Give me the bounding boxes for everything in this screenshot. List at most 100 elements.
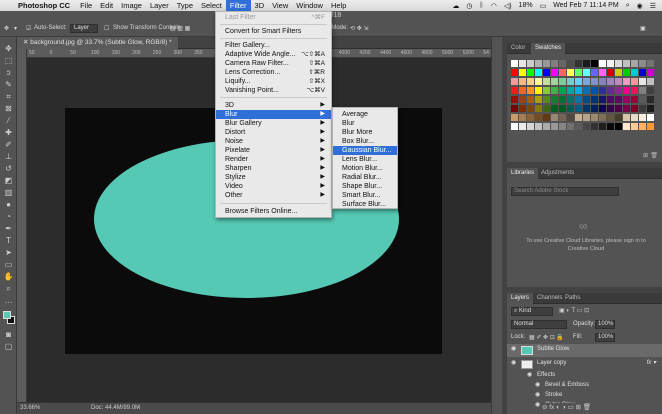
color-swatch[interactable] [615,87,622,94]
color-swatch[interactable] [607,69,614,76]
history-brush-icon[interactable]: ↺ [3,163,14,174]
zoom-level[interactable]: 33.66% [20,405,40,411]
color-swatch[interactable] [599,87,606,94]
menu-item-render[interactable]: Render ▶ [216,155,331,164]
tab-color[interactable]: Color [507,43,529,54]
color-swatch[interactable] [583,105,590,112]
color-swatch[interactable] [519,96,526,103]
color-swatch[interactable] [583,87,590,94]
color-swatch[interactable] [551,60,558,67]
color-swatch[interactable] [527,105,534,112]
color-swatch[interactable] [583,96,590,103]
color-swatch[interactable] [543,78,550,85]
color-swatch[interactable] [575,114,582,121]
color-swatch[interactable] [511,114,518,121]
color-swatch[interactable] [519,69,526,76]
menu-file[interactable]: File [76,0,96,11]
color-swatch[interactable] [623,96,630,103]
volume-icon[interactable]: ◁) [504,2,512,10]
color-swatch[interactable] [567,87,574,94]
color-swatch[interactable] [559,123,566,130]
color-swatch[interactable] [591,105,598,112]
clock[interactable]: Wed Feb 7 11:14 PM [553,2,619,9]
color-swatch[interactable] [583,123,590,130]
wifi-icon[interactable]: ◠ [491,2,497,10]
marquee-tool-icon[interactable]: ⬚ [3,55,14,66]
color-swatch[interactable] [527,96,534,103]
menu-item-3d[interactable]: 3D ▶ [216,101,331,110]
menu-item-adaptive-wide-angle[interactable]: Adaptive Wide Angle... ⌥⇧⌘A [216,50,331,59]
workspace-icon[interactable]: ▣ [640,25,646,32]
color-swatch[interactable] [527,87,534,94]
menu-item-camera-raw[interactable]: Camera Raw Filter... ⇧⌘A [216,59,331,68]
color-swatch[interactable] [631,87,638,94]
submenu-item-lens-blur[interactable]: Lens Blur... [333,155,397,164]
color-swatch[interactable] [647,78,654,85]
color-swatch[interactable] [511,96,518,103]
color-swatch[interactable] [591,60,598,67]
color-swatch[interactable] [607,60,614,67]
move-tool-icon[interactable]: ✥ [4,25,9,32]
color-swatch[interactable] [639,60,646,67]
color-swatch[interactable] [631,105,638,112]
trash-icon[interactable]: 🗑 [650,152,658,159]
menu-item-convert-smart-filters[interactable]: Convert for Smart Filters [216,27,331,36]
menu-item-liquify[interactable]: Liquify... ⇧⌘X [216,77,331,86]
color-swatch[interactable] [615,60,622,67]
color-swatch[interactable] [551,96,558,103]
layer-kind-filter[interactable]: ⌕ Kind [511,307,553,316]
color-swatch[interactable] [519,87,526,94]
color-swatch[interactable] [607,114,614,121]
search-icon[interactable]: ⌕ [626,2,630,10]
color-swatch[interactable] [647,87,654,94]
color-swatch[interactable] [535,105,542,112]
color-swatch[interactable] [527,114,534,121]
layer-row-subtle-glow[interactable]: ◉ Subtle Glow [507,344,662,357]
color-swatch[interactable] [591,123,598,130]
color-swatch[interactable] [639,78,646,85]
color-swatch[interactable] [591,69,598,76]
color-swatch[interactable] [527,60,534,67]
status-menu-arrow-icon[interactable]: › [137,405,139,411]
color-swatch[interactable] [623,60,630,67]
menu-item-filter-gallery[interactable]: Filter Gallery... [216,41,331,50]
color-swatch[interactable] [535,123,542,130]
color-swatch[interactable] [639,105,646,112]
menu-item-blur[interactable]: Blur ▶ [216,110,331,119]
siri-icon[interactable]: ◉ [637,2,643,10]
submenu-item-box-blur[interactable]: Box Blur... [333,137,397,146]
menu-item-video[interactable]: Video ▶ [216,182,331,191]
submenu-item-smart-blur[interactable]: Smart Blur... [333,191,397,200]
color-swatch[interactable] [623,105,630,112]
color-swatch[interactable] [607,105,614,112]
tool-preset-dropdown-icon[interactable]: ▾ [14,25,17,32]
align-icons[interactable]: ▤ ▥ ▦ [170,25,190,32]
color-swatch[interactable] [575,123,582,130]
color-swatch[interactable] [631,123,638,130]
submenu-item-blur-more[interactable]: Blur More [333,128,397,137]
color-swatch[interactable] [511,105,518,112]
color-swatch[interactable] [647,69,654,76]
battery-icon[interactable]: ▭ [540,2,547,10]
color-swatch[interactable] [647,105,654,112]
color-swatch[interactable] [559,60,566,67]
color-swatch[interactable] [559,114,566,121]
color-swatch[interactable] [639,114,646,121]
notification-center-icon[interactable]: ☰ [650,2,656,10]
layer-name[interactable]: Subtle Glow [537,344,569,355]
color-swatch[interactable] [591,96,598,103]
color-swatch[interactable] [575,96,582,103]
color-swatch[interactable] [599,60,606,67]
fx-icon[interactable]: fx ▾ [647,358,656,369]
show-transform-checkbox[interactable]: ☐ [104,25,109,32]
menu-view[interactable]: View [268,0,292,11]
menu-item-browse-filters-online[interactable]: Browse Filters Online... [216,207,331,216]
color-swatch[interactable] [543,69,550,76]
color-swatch[interactable] [639,96,646,103]
layers-footer-icons[interactable]: ⊖ fx ◐ ◑ ▭ ⊞ 🗑 [540,403,594,413]
submenu-item-surface-blur[interactable]: Surface Blur... [333,200,397,209]
shape-tool-icon[interactable]: ▭ [3,259,14,270]
color-swatch[interactable] [551,123,558,130]
screen-mode-icon[interactable]: ▢ [3,341,14,352]
color-swatch[interactable] [527,123,534,130]
